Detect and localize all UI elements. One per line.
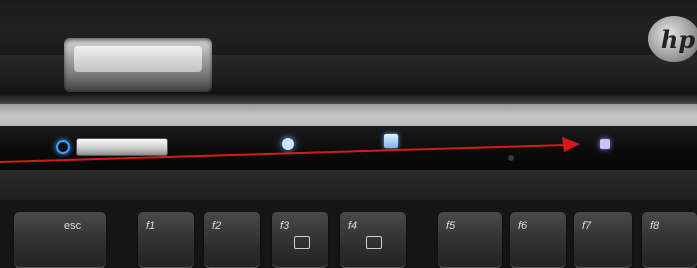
annotation-arrow-head bbox=[562, 137, 580, 152]
laptop-photo: hp esc f1 f2 f3 f4 f5 f6 f7 f8 bbox=[0, 0, 697, 268]
annotation-arrow bbox=[0, 137, 580, 163]
annotation-arrow-line bbox=[0, 144, 567, 163]
